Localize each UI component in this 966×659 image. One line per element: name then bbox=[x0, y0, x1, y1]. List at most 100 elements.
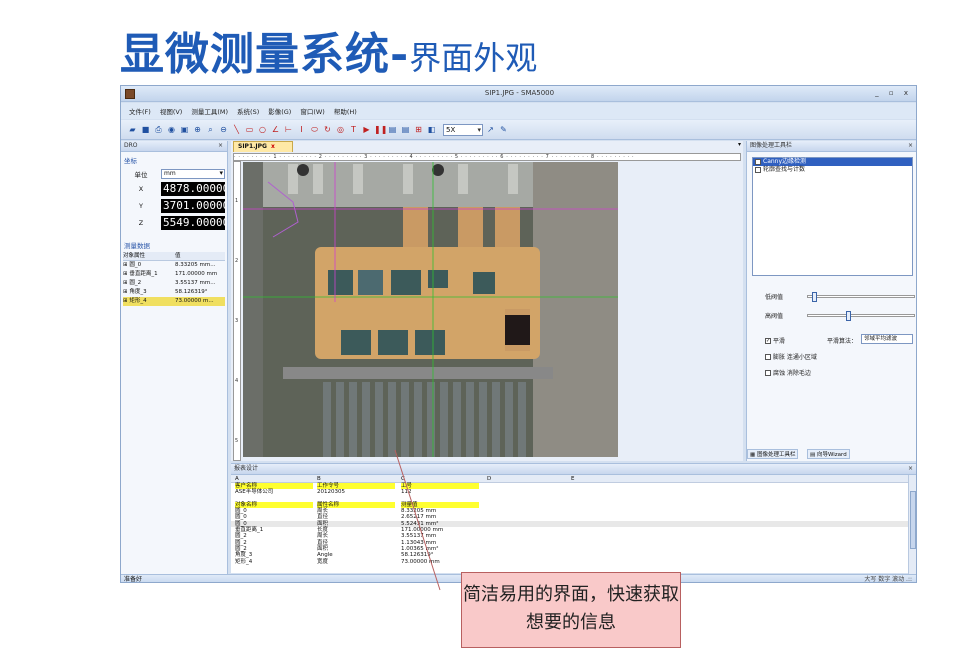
close-icon[interactable]: × bbox=[908, 464, 913, 474]
report-panel: 报表设计 × A B C D E 客户名称 工作令号 工号 ASE半导体公司 201203… bbox=[231, 463, 916, 574]
high-threshold-slider[interactable] bbox=[807, 311, 915, 321]
row-obj: ⊞ 圆_2 bbox=[123, 280, 142, 286]
checkbox[interactable] bbox=[755, 167, 761, 173]
erode-checkbox[interactable] bbox=[765, 369, 771, 376]
measure-table-header: 对象属性 值 bbox=[123, 252, 225, 261]
x-row: X 4878.000000 bbox=[121, 182, 225, 196]
image-tool-panel: 图像处理工具栏 × Canny边缘检测 轮廓查找与计数 低阀值 高阀值 ✓ 平滑 平… bbox=[746, 141, 916, 461]
smooth-algo-label: 平滑算法： bbox=[827, 338, 858, 345]
layout-icon[interactable]: ▤ bbox=[387, 124, 398, 136]
smooth-option[interactable]: ✓ 平滑 bbox=[765, 336, 785, 345]
window-controls[interactable]: _ ▫ x bbox=[875, 89, 912, 97]
angle-tool-icon[interactable]: ∠ bbox=[270, 124, 281, 136]
menu-image[interactable]: 影像(G) bbox=[268, 106, 291, 116]
arc-tool-icon[interactable]: ↻ bbox=[322, 124, 333, 136]
menu-system[interactable]: 系统(S) bbox=[237, 106, 259, 116]
menu-bar: 文件(F) 视图(V) 测量工具(M) 系统(S) 影像(G) 窗口(W) 帮助… bbox=[121, 103, 916, 119]
tab-wizard[interactable]: ▤ 向导Wizard bbox=[807, 449, 850, 459]
image-tool-title: 图像处理工具栏 × bbox=[747, 141, 916, 152]
filter-list: Canny边缘检测 轮廓查找与计数 bbox=[752, 157, 913, 276]
ellipse-tool-icon[interactable]: ⬭ bbox=[309, 124, 320, 136]
hdistance-tool-icon[interactable]: ⊢ bbox=[283, 124, 294, 136]
line-tool-icon[interactable]: ╲ bbox=[231, 124, 242, 136]
circle-tool-icon[interactable]: ○ bbox=[257, 124, 268, 136]
zoom-out-icon[interactable]: ⊖ bbox=[218, 124, 229, 136]
report-title: 报表设计 × bbox=[231, 464, 916, 475]
low-threshold-slider[interactable] bbox=[807, 292, 915, 302]
report-cell-b[interactable]: 宽度 bbox=[317, 559, 328, 565]
close-icon[interactable]: × bbox=[908, 141, 913, 151]
print-icon[interactable]: ⎙ bbox=[153, 124, 164, 136]
save-icon[interactable]: ■ bbox=[140, 124, 151, 136]
menu-view[interactable]: 视图(V) bbox=[160, 106, 183, 116]
table-row[interactable]: ⊞ 垂直距离_1 171.00000 mm bbox=[123, 270, 225, 279]
erode-option[interactable]: 腐蚀 消除毛边 bbox=[765, 368, 811, 377]
slide-title-sub: 界面外观 bbox=[409, 39, 538, 77]
dro-panel-title: DRO × bbox=[121, 141, 227, 152]
smooth-algo-select[interactable]: 邻域平均滤波 bbox=[861, 334, 913, 344]
pick-icon[interactable]: ↗ bbox=[485, 124, 496, 136]
list-item-contour[interactable]: 轮廓查找与计数 bbox=[753, 166, 912, 174]
report-cell-c[interactable]: 73.00000 mm bbox=[401, 559, 440, 565]
report-row[interactable]: 矩形_4 宽度 73.00000 mm bbox=[231, 559, 916, 565]
row-obj: ⊞ 垂直距离_1 bbox=[123, 271, 158, 277]
menu-measure-tools[interactable]: 测量工具(M) bbox=[191, 106, 228, 116]
table-row[interactable]: ⊞ 圆_0 8.33205 mm... bbox=[123, 261, 225, 270]
menu-file[interactable]: 文件(F) bbox=[129, 106, 151, 116]
tools-icon: ▦ bbox=[750, 452, 756, 458]
zoom-icon[interactable]: ⌕ bbox=[205, 124, 216, 136]
text-tool-icon[interactable]: T bbox=[348, 124, 359, 136]
image-icon[interactable]: ▣ bbox=[179, 124, 190, 136]
tool-icon[interactable]: ✎ bbox=[498, 124, 509, 136]
menu-help[interactable]: 帮助(H) bbox=[334, 106, 357, 116]
tab-image-tools[interactable]: ▦ 图像处理工具栏 bbox=[747, 449, 799, 459]
slider-handle[interactable] bbox=[812, 292, 817, 302]
status-text: 准备好 bbox=[124, 576, 143, 583]
col-c: C bbox=[401, 476, 405, 482]
z-value: 5549.000000 bbox=[161, 216, 225, 230]
zoom-in-icon[interactable]: ⊕ bbox=[192, 124, 203, 136]
erode-label: 腐蚀 消除毛边 bbox=[773, 370, 811, 377]
dilate-checkbox[interactable] bbox=[765, 353, 771, 360]
pin-icon[interactable]: ▾ bbox=[738, 141, 741, 148]
row-val: 73.00000 m... bbox=[175, 298, 214, 304]
open-icon[interactable]: ▰ bbox=[127, 124, 138, 136]
grid-icon[interactable]: ⊞ bbox=[413, 124, 424, 136]
play-icon[interactable]: ▶ bbox=[361, 124, 372, 136]
row-obj: ⊞ 角度_3 bbox=[123, 289, 147, 295]
report-cell-a[interactable]: 矩形_4 bbox=[235, 559, 252, 565]
menu-window[interactable]: 窗口(W) bbox=[300, 106, 325, 116]
smooth-checkbox[interactable]: ✓ bbox=[765, 337, 771, 344]
ruler-tick: 4 bbox=[235, 378, 239, 384]
pause-icon[interactable]: ❚❚ bbox=[374, 124, 387, 136]
measure-table: 对象属性 值 ⊞ 圆_0 8.33205 mm... ⊞ 垂直距离_1 171.000… bbox=[123, 252, 225, 306]
scroll-thumb[interactable] bbox=[910, 491, 916, 549]
report-scrollbar[interactable] bbox=[908, 475, 916, 574]
camera-icon[interactable]: ◉ bbox=[166, 124, 177, 136]
list-item-canny[interactable]: Canny边缘检测 bbox=[753, 158, 912, 166]
microscope-image[interactable] bbox=[243, 162, 618, 457]
table-row-selected[interactable]: ⊞ 矩形_4 73.00000 m... bbox=[123, 297, 225, 306]
row-val: 171.00000 mm bbox=[175, 271, 218, 277]
close-icon[interactable]: x bbox=[271, 143, 275, 150]
col-val: 值 bbox=[175, 253, 181, 259]
rect-tool-icon[interactable]: ▭ bbox=[244, 124, 255, 136]
slider-handle[interactable] bbox=[846, 311, 851, 321]
calibrate-icon[interactable]: ◧ bbox=[426, 124, 437, 136]
zoom-select[interactable]: 5X bbox=[443, 123, 483, 136]
point-tool-icon[interactable]: ◎ bbox=[335, 124, 346, 136]
tab-sip1[interactable]: SIP1.JPG x bbox=[233, 141, 293, 152]
vdistance-tool-icon[interactable]: I bbox=[296, 124, 307, 136]
report-grid: 客户名称 工作令号 工号 ASE半导体公司 20120305 112 对象名称 属性名称 测量值… bbox=[231, 483, 916, 565]
close-icon[interactable]: × bbox=[218, 141, 223, 151]
unit-select[interactable]: mm bbox=[161, 169, 225, 179]
report-icon[interactable]: ▤ bbox=[400, 124, 411, 136]
checkbox[interactable] bbox=[755, 159, 761, 165]
table-row[interactable]: ⊞ 角度_3 58.126319° bbox=[123, 288, 225, 297]
z-row: Z 5549.000000 bbox=[121, 216, 225, 230]
dilate-option[interactable]: 膨胀 连通小区域 bbox=[765, 352, 817, 361]
high-threshold-label: 高阀值 bbox=[765, 313, 784, 320]
toolbar: ▰ ■ ⎙ ◉ ▣ ⊕ ⌕ ⊖ ╲ ▭ ○ ∠ ⊢ I ⬭ ↻ ◎ T ▶ ❚❚… bbox=[121, 120, 916, 140]
table-row[interactable]: ⊞ 圆_2 3.55137 mm... bbox=[123, 279, 225, 288]
measure-data-title: 测量数据 bbox=[124, 242, 150, 250]
